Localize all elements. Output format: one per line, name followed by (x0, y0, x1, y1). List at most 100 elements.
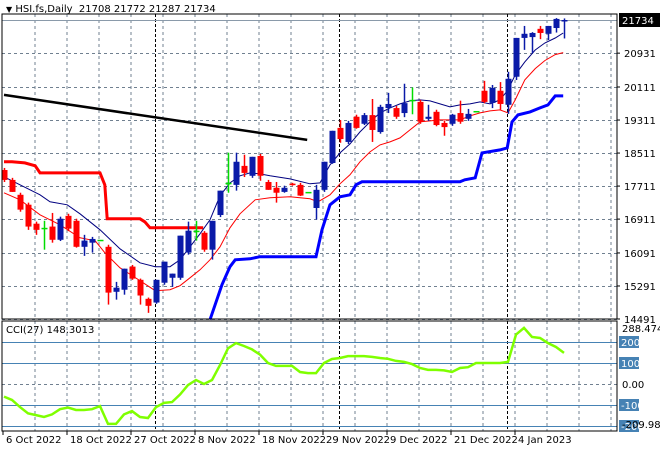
candle-body (457, 113, 464, 122)
candle (57, 216, 64, 242)
cci-max-label: 288.4747 (622, 324, 660, 335)
price-axis-label: 19311 (624, 116, 656, 127)
date-axis-label: 9 Dec 2022 (390, 435, 448, 446)
candle-body (497, 90, 504, 104)
candle (33, 221, 40, 235)
price-axis-label: 18511 (624, 149, 656, 160)
candle (353, 114, 360, 129)
candle-body (121, 268, 128, 290)
chart-header[interactable]: ▼ HSI.fs,Daily 21708 21772 21287 21734 (6, 4, 216, 15)
candle (89, 236, 96, 253)
candle-body (473, 110, 480, 113)
candle (25, 202, 32, 230)
candle (361, 113, 368, 126)
date-axis-label: 4 Jan 2023 (518, 435, 572, 446)
candle-body (553, 18, 560, 29)
candle-body (377, 106, 384, 133)
candle-body (177, 235, 184, 278)
candle (113, 281, 120, 300)
cci-level-label: 200 (621, 338, 640, 349)
candle-body (273, 187, 280, 193)
ohlc-readout: 21708 21772 21287 21734 (78, 4, 216, 15)
candle (537, 25, 544, 40)
candle-body (73, 220, 80, 247)
candle-body (393, 108, 400, 117)
candle-body (161, 261, 168, 283)
candle-body (225, 182, 232, 185)
candle (457, 100, 464, 124)
candle (97, 239, 104, 242)
candle-body (337, 127, 344, 140)
candle-body (449, 114, 456, 124)
candle (473, 110, 480, 113)
candle-body (401, 103, 408, 114)
candle (129, 264, 136, 280)
candle (377, 104, 384, 134)
date-axis-label: 18 Oct 2022 (70, 435, 132, 446)
candle (417, 99, 424, 124)
candle (233, 152, 240, 191)
candle (337, 120, 344, 143)
candle-body (105, 246, 112, 293)
candle-body (321, 161, 328, 190)
candle-body (385, 103, 392, 109)
candle-body (113, 287, 120, 292)
date-axis-label: 18 Nov 2022 (262, 435, 326, 446)
candle (513, 37, 520, 81)
candle (273, 181, 280, 203)
candle (425, 104, 432, 121)
candle-body (89, 238, 96, 243)
cci-panel-border (1, 320, 618, 432)
candle-body (537, 28, 544, 33)
candle (257, 153, 264, 181)
candle-body (249, 156, 256, 176)
candle (297, 182, 304, 197)
candle (65, 213, 72, 232)
candle (137, 278, 144, 305)
candle-body (17, 194, 24, 210)
candle-body (417, 101, 424, 122)
cci-level-label: 100 (621, 359, 640, 370)
candle-body (201, 232, 208, 250)
date-axis-label: 27 Oct 2022 (134, 435, 196, 446)
price-axis-label: 16911 (624, 215, 656, 226)
candle (217, 190, 224, 218)
candle-body (425, 116, 432, 119)
candle-body (81, 240, 88, 247)
candle-body (361, 115, 368, 124)
candle-body (481, 90, 488, 102)
price-axis-label: 16091 (624, 249, 656, 260)
candle (489, 84, 496, 109)
cci-level-label: -100 (621, 401, 644, 412)
candle (449, 113, 456, 126)
candle (177, 235, 184, 280)
candle (41, 220, 48, 250)
candle (369, 99, 376, 142)
candle-body (329, 130, 336, 163)
candle (561, 18, 568, 39)
candle (345, 120, 352, 145)
cci-label: CCI(27) 148.3013 (6, 325, 95, 336)
candle (441, 120, 448, 136)
candle (193, 220, 200, 241)
chart-canvas: 21734 20931 20111 19311 18511 17711 16911 16091… (1, 13, 660, 446)
dropdown-triangle-icon[interactable]: ▼ (6, 5, 12, 14)
candle (521, 25, 528, 50)
price-axis-label: 15291 (624, 282, 656, 293)
candle-body (465, 113, 472, 119)
candle-body (169, 273, 176, 278)
candle (169, 273, 176, 287)
price-tag-value: 21734 (622, 16, 654, 27)
candle-body (353, 116, 360, 128)
candle (321, 161, 328, 192)
candle (121, 268, 128, 295)
symbol-label: HSI.fs,Daily (15, 4, 73, 15)
candle-body (257, 155, 264, 176)
cci-panel (2, 326, 617, 427)
candle (49, 212, 56, 243)
date-axis-label: 6 Oct 2022 (6, 435, 61, 446)
candle-body (521, 33, 528, 38)
candle (105, 244, 112, 305)
candle-body (193, 230, 200, 233)
candle (153, 279, 160, 304)
